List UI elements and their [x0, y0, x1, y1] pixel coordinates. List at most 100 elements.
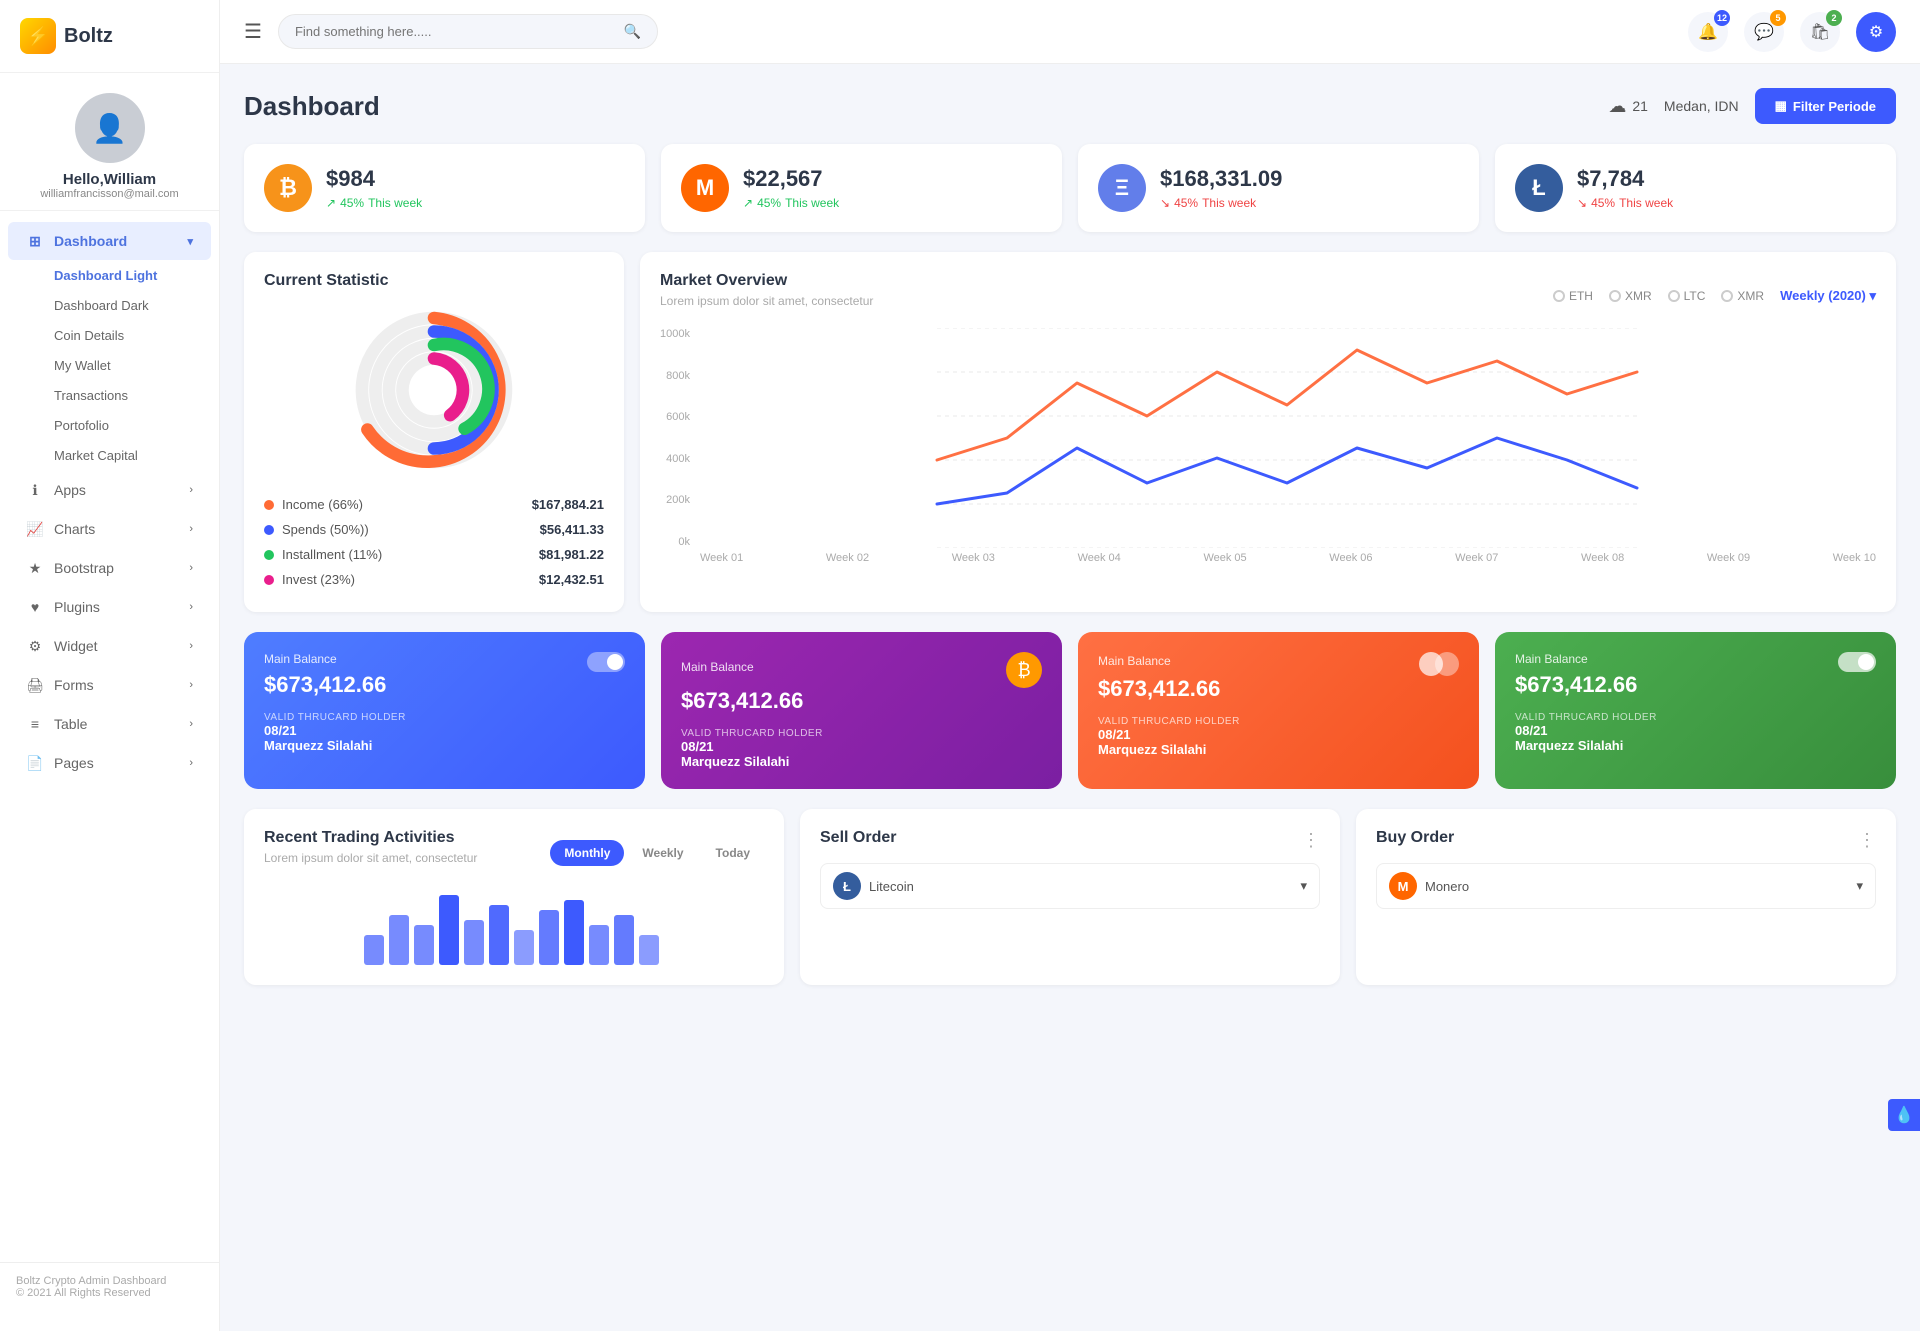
widget-label: Widget — [54, 638, 98, 654]
market-header: Market Overview Lorem ipsum dolor sit am… — [660, 272, 1876, 320]
legend-income: Income (66%) $167,884.21 — [264, 492, 604, 517]
sidebar-item-pages[interactable]: 📄 Pages › — [8, 744, 211, 782]
search-input[interactable] — [295, 24, 616, 39]
pages-label: Pages — [54, 755, 94, 771]
balance-card-info-purple: VALID THRUCARD HOLDER 08/21 Marquezz Sil… — [681, 728, 823, 769]
apps-label: Apps — [54, 482, 86, 498]
notifications-badge: 12 — [1714, 10, 1730, 26]
radio-xmr2[interactable]: XMR — [1721, 289, 1764, 303]
btc-info: $984 ↗ 45% This week — [326, 166, 625, 210]
scroll-to-top-button[interactable]: 💧 — [1888, 1099, 1920, 1131]
apps-arrow: › — [189, 484, 193, 496]
crypto-cards-row: ₿ $984 ↗ 45% This week M $22,567 ↗ 45% — [244, 144, 1896, 232]
menu-button[interactable]: ☰ — [244, 19, 262, 44]
chart-with-labels: 1000k 800k 600k 400k 200k 0k — [660, 328, 1876, 548]
radio-xmr[interactable]: XMR — [1609, 289, 1652, 303]
buy-dropdown-arrow: ▾ — [1856, 878, 1863, 894]
notifications-button[interactable]: 🔔 12 — [1688, 12, 1728, 52]
mono-period: This week — [785, 196, 839, 210]
income-value: $167,884.21 — [532, 497, 604, 512]
invest-dot — [264, 575, 274, 585]
buy-order-menu[interactable]: ⋮ — [1858, 830, 1876, 851]
trading-header: Recent Trading Activities Lorem ipsum do… — [264, 829, 764, 877]
balance-amount-blue: $673,412.66 — [264, 672, 625, 698]
sidebar-subitem-portofolio[interactable]: Portofolio — [8, 411, 211, 440]
trading-mini-chart — [264, 885, 764, 965]
sidebar-item-apps[interactable]: ℹ Apps › — [8, 471, 211, 509]
sell-order-title: Sell Order — [820, 829, 896, 847]
legend-invest-label: Invest (23%) — [264, 572, 355, 587]
radio-dot-ltc — [1668, 290, 1680, 302]
weekly-label[interactable]: Weekly (2020) ▾ — [1780, 288, 1876, 304]
legend-installment-label: Installment (11%) — [264, 547, 382, 562]
donut-chart-svg — [344, 300, 524, 480]
sidebar-subitem-market-capital[interactable]: Market Capital — [8, 441, 211, 470]
crypto-card-btc: ₿ $984 ↗ 45% This week — [244, 144, 645, 232]
btc-change: ↗ 45% This week — [326, 196, 625, 210]
buy-order-title: Buy Order — [1376, 829, 1454, 847]
sidebar-footer: Boltz Crypto Admin Dashboard © 2021 All … — [0, 1262, 219, 1311]
sidebar-item-forms[interactable]: 🖨 Forms › — [8, 666, 211, 704]
balance-card-info-orange: VALID THRUCARD HOLDER 08/21 Marquezz Sil… — [1098, 716, 1240, 757]
mono-arrow: ↗ — [743, 196, 753, 210]
legend-installment: Installment (11%) $81,981.22 — [264, 542, 604, 567]
sidebar-item-widget[interactable]: ⚙ Widget › — [8, 627, 211, 665]
sidebar-profile: 👤 Hello,William williamfrancisson@mail.c… — [0, 73, 219, 211]
spends-dot — [264, 525, 274, 535]
sidebar-item-dashboard[interactable]: ⊞ Dashboard ▾ — [8, 222, 211, 260]
balance-label-orange: Main Balance — [1098, 654, 1171, 668]
sell-coin-select[interactable]: Ł Litecoin ▾ — [820, 863, 1320, 909]
tab-weekly[interactable]: Weekly — [628, 840, 697, 866]
radio-dot-xmr2 — [1721, 290, 1733, 302]
page-header: Dashboard ☁ 21 Medan, IDN ▦ Filter Perio… — [244, 88, 1896, 124]
sidebar-subitem-dashboard-light[interactable]: Dashboard Light — [8, 261, 211, 290]
tab-monthly[interactable]: Monthly — [550, 840, 624, 866]
logo-icon: ⚡ — [20, 18, 56, 54]
messages-button[interactable]: 💬 5 — [1744, 12, 1784, 52]
sidebar-subitem-transactions[interactable]: Transactions — [8, 381, 211, 410]
tab-today[interactable]: Today — [702, 840, 764, 866]
sidebar-subitem-dashboard-dark[interactable]: Dashboard Dark — [8, 291, 211, 320]
sidebar-subitem-coin-details[interactable]: Coin Details — [8, 321, 211, 350]
installment-value: $81,981.22 — [539, 547, 604, 562]
market-overview-card: Market Overview Lorem ipsum dolor sit am… — [640, 252, 1896, 612]
balance-footer-orange: VALID THRUCARD HOLDER 08/21 Marquezz Sil… — [1098, 716, 1459, 757]
radio-ltc[interactable]: LTC — [1668, 289, 1706, 303]
messages-badge: 5 — [1770, 10, 1786, 26]
filter-periode-button[interactable]: ▦ Filter Periode — [1755, 88, 1896, 124]
trading-title-group: Recent Trading Activities Lorem ipsum do… — [264, 829, 477, 877]
balance-amount-orange: $673,412.66 — [1098, 676, 1459, 702]
buy-coin-select[interactable]: M Monero ▾ — [1376, 863, 1876, 909]
toggle-switch-blue[interactable] — [587, 652, 625, 672]
legend-spends: Spends (50%)) $56,411.33 — [264, 517, 604, 542]
sidebar-logo: ⚡ Boltz — [0, 0, 219, 73]
sell-order-menu[interactable]: ⋮ — [1302, 830, 1320, 851]
eth-change: ↘ 45% This week — [1160, 196, 1459, 210]
ltc-arrow: ↘ — [1577, 196, 1587, 210]
sidebar-subitem-my-wallet[interactable]: My Wallet — [8, 351, 211, 380]
search-bar[interactable]: 🔍 — [278, 14, 658, 49]
bottom-row: Recent Trading Activities Lorem ipsum do… — [244, 809, 1896, 985]
sidebar-item-table[interactable]: ≡ Table › — [8, 705, 211, 743]
pages-icon: 📄 — [26, 754, 44, 772]
current-stat-title: Current Statistic — [264, 272, 604, 290]
sidebar-nav: ⊞ Dashboard ▾ Dashboard Light Dashboard … — [0, 211, 219, 1262]
ltc-info: $7,784 ↘ 45% This week — [1577, 166, 1876, 210]
toggle-switch-green[interactable] — [1838, 652, 1876, 672]
sell-dropdown-arrow: ▾ — [1300, 878, 1307, 894]
balance-amount-green: $673,412.66 — [1515, 672, 1876, 698]
balance-top-row-green: Main Balance — [1515, 652, 1876, 672]
trading-subtitle: Lorem ipsum dolor sit amet, consectetur — [264, 851, 477, 865]
eth-pct: 45% — [1174, 196, 1198, 210]
sidebar-item-charts[interactable]: 📈 Charts › — [8, 510, 211, 548]
balance-label-blue: Main Balance — [264, 652, 337, 666]
cart-button[interactable]: 🛍 2 — [1800, 12, 1840, 52]
sidebar-item-bootstrap[interactable]: ★ Bootstrap › — [8, 549, 211, 587]
trading-bar-chart — [264, 885, 764, 965]
plugins-arrow: › — [189, 601, 193, 613]
topbar-avatar[interactable]: ⚙ — [1856, 12, 1896, 52]
litecoin-icon: Ł — [833, 872, 861, 900]
apps-icon: ℹ — [26, 481, 44, 499]
sidebar-item-plugins[interactable]: ♥ Plugins › — [8, 588, 211, 626]
radio-eth[interactable]: ETH — [1553, 289, 1593, 303]
